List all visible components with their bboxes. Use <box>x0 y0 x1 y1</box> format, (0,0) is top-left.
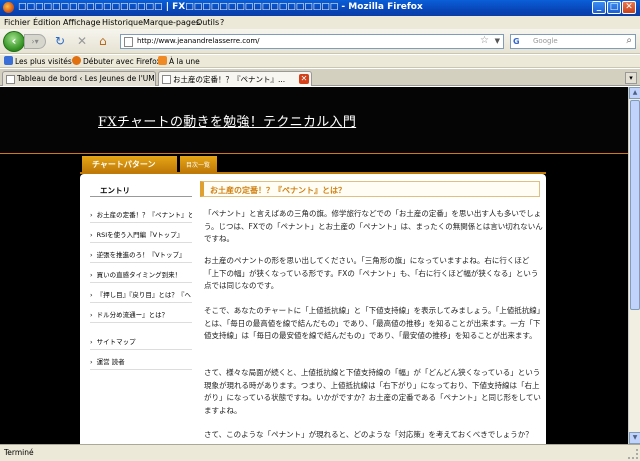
article-heading: お土産の定番！？『ペナント』とは？ <box>200 181 540 197</box>
rss-icon <box>158 56 167 65</box>
stop-icon[interactable]: ✕ <box>77 35 87 47</box>
site-title[interactable]: FXチャートの動きを勉強！テクニカル入門 <box>98 111 356 130</box>
page-icon <box>6 75 15 84</box>
article-paragraph: さて、様々な局面が続くと、上値抵抗線と下値支持線の「幅」が「どんどん狭くなってい… <box>204 368 541 415</box>
article-paragraph: そこで、あなたのチャートに「上値抵抗線」と「下値支持線」を表示してみましょう。「… <box>204 306 541 340</box>
firefox-icon <box>3 2 14 13</box>
sidebar-item-timing[interactable]: 買いの直感タイミング到来！ <box>90 269 192 283</box>
navigation-toolbar: ‹ ›▾ ↻ ✕ ⌂ http://www.jeanandrelasserre.… <box>0 29 640 54</box>
search-icon[interactable]: ⌕ <box>626 35 632 46</box>
bookmark-star-icon[interactable]: ☆ <box>480 35 489 46</box>
bookmarks-bar: Les plus visités Débuter avec Firefox À … <box>0 55 640 68</box>
close-button[interactable]: ✕ <box>622 1 636 14</box>
url-dropdown-icon[interactable]: ▼ <box>495 37 500 45</box>
nav-chart-patterns[interactable]: チャートパターン <box>82 156 177 172</box>
bookmark-headlines[interactable]: À la une <box>158 56 200 66</box>
url-text: http://www.jeanandrelasserre.com/ <box>137 37 260 45</box>
scrollbar-thumb[interactable] <box>630 100 640 310</box>
page-icon <box>162 75 171 84</box>
scroll-up-icon[interactable]: ▲ <box>629 87 640 99</box>
resize-grip-icon[interactable] <box>628 449 638 459</box>
window-title: □□□□□□□□□□□□□□□□□ | FX□□□□□□□□□□□□□□□□□□… <box>18 2 423 12</box>
tab-list-icon[interactable]: ▾ <box>625 72 637 84</box>
page-icon <box>124 37 133 47</box>
article-paragraph: お土産のペナントの形を思い出してください。「三角形の旗」になっていますよね。右に… <box>204 256 539 290</box>
site-header: FXチャートの動きを勉強！テクニカル入門 <box>0 87 628 153</box>
menu-marque-pages[interactable]: Marque-pages <box>143 18 200 27</box>
sidebar-item-sitemap[interactable]: サイトマップ <box>90 336 192 350</box>
search-placeholder: Google <box>533 37 558 45</box>
page-viewport[interactable]: FXチャートの動きを勉強！テクニカル入門 チャートパターン 目次一覧 エントリ … <box>0 87 628 444</box>
google-icon[interactable]: G <box>513 37 523 47</box>
sidebar-heading: エントリ <box>90 182 192 197</box>
sidebar-item-rsi[interactable]: RSIを使う入門編『Vトップ』 <box>90 229 192 243</box>
back-button[interactable]: ‹ <box>3 31 25 52</box>
tab-pennant[interactable]: お土産の定番！？『ペナント』... ✕ <box>158 71 312 86</box>
window-titlebar[interactable]: □□□□□□□□□□□□□□□□□ | FX□□□□□□□□□□□□□□□□□□… <box>0 0 640 16</box>
sidebar-item-operator[interactable]: 運営 読者 <box>90 356 192 370</box>
sidebar-item-v-top[interactable]: 逆張を推進のろ！『Vトップ』 <box>90 249 192 263</box>
address-bar[interactable]: http://www.jeanandrelasserre.com/ ☆ ▼ <box>120 34 504 49</box>
article-paragraph: 「ペナント」と言えばあの三角の旗。修学旅行などでの「お土産の定番」を思い出す人も… <box>204 209 543 243</box>
bookmark-most-visited[interactable]: Les plus visités <box>4 56 72 66</box>
most-visited-icon <box>4 56 13 65</box>
firefox-icon <box>72 56 81 65</box>
bookmark-getting-started[interactable]: Débuter avec Firefox <box>72 56 161 66</box>
reload-icon[interactable]: ↻ <box>55 35 65 47</box>
maximize-button[interactable]: □ <box>607 1 621 14</box>
scroll-down-icon[interactable]: ▼ <box>629 432 640 444</box>
forward-button[interactable]: ›▾ <box>24 34 46 49</box>
menu-affichage[interactable]: Affichage <box>63 18 101 27</box>
sidebar-item-dollar[interactable]: ドル分め流通ー』とは？ <box>90 309 192 323</box>
status-text: Terminé <box>4 448 34 457</box>
menu-fichier[interactable]: Fichier <box>4 18 30 27</box>
menu-historique[interactable]: Historique <box>102 18 143 27</box>
home-icon[interactable]: ⌂ <box>99 35 107 47</box>
tab-close-icon[interactable]: ✕ <box>299 74 309 84</box>
tab-strip: Tableau de bord ‹ Les Jeunes de l'UMP ..… <box>0 69 640 86</box>
header-divider <box>0 153 628 154</box>
menu-help[interactable]: ? <box>220 18 224 27</box>
menu-bar: Fichier Édition Affichage Historique Mar… <box>0 16 640 29</box>
tab-dashboard[interactable]: Tableau de bord ‹ Les Jeunes de l'UMP ..… <box>2 71 156 86</box>
minimize-button[interactable]: _ <box>592 1 606 14</box>
vertical-scrollbar[interactable]: ▲ ▼ <box>628 87 640 444</box>
menu-outils[interactable]: Outils <box>196 18 219 27</box>
status-bar: Terminé <box>0 444 640 461</box>
sidebar-item-pullback[interactable]: 『押し目』『戻り目』とは？『ヘッドアンドショルダー』 <box>90 289 192 303</box>
nav-index[interactable]: 目次一覧 <box>180 156 217 172</box>
search-box[interactable]: G Google ⌕ <box>510 34 636 49</box>
article-paragraph: さて、このような「ペナント」が現れると、どのような「対応策」を考えておくべきでし… <box>204 430 533 439</box>
sidebar-item-pennant[interactable]: お土産の定番！？『ペナント』とは？ <box>90 209 192 223</box>
menu-edition[interactable]: Édition <box>33 18 61 27</box>
